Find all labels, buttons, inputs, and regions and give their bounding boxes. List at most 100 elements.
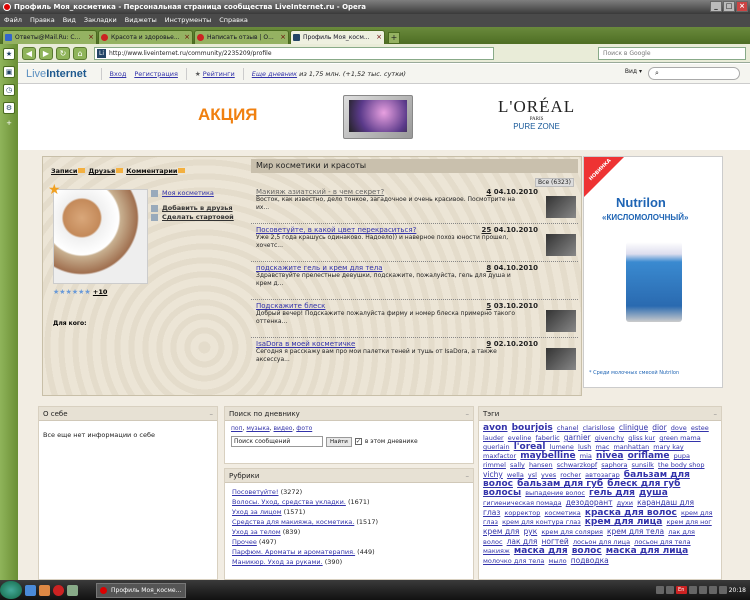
tag-link[interactable]: ysl — [528, 471, 537, 479]
tab-friends[interactable]: Друзья — [88, 167, 124, 175]
tag-link[interactable]: лосьон для тела — [634, 538, 690, 546]
post-title[interactable]: Подскажите блеск — [256, 302, 325, 310]
ratings-link[interactable]: Рейтинги — [203, 70, 235, 78]
post-thumbnail[interactable] — [546, 348, 576, 370]
tag-link[interactable]: автозагар — [585, 471, 620, 479]
tag-link[interactable]: крем для лица — [585, 517, 663, 527]
tag-link[interactable]: ногтей — [541, 537, 568, 546]
filter-link[interactable]: видео — [274, 425, 293, 432]
quicklaunch-icon[interactable] — [39, 584, 50, 596]
tag-link[interactable]: sally — [510, 461, 525, 469]
view-menu[interactable]: Вид ▾ — [625, 68, 642, 75]
filter-link[interactable]: музыка — [246, 425, 269, 432]
register-link[interactable]: Регистрация — [134, 70, 178, 78]
quicklaunch-icon[interactable] — [25, 584, 36, 596]
tag-link[interactable]: lauder — [483, 434, 504, 442]
close-tab-icon[interactable]: × — [88, 31, 94, 44]
tag-link[interactable]: крем для солярия — [541, 528, 603, 536]
tag-link[interactable]: rimmel — [483, 461, 506, 469]
tag-link[interactable]: косметика — [544, 509, 580, 517]
menu-widgets[interactable]: Виджеты — [125, 14, 157, 27]
tag-link[interactable]: estee — [691, 424, 709, 432]
another-diary-link[interactable]: Еще дневник — [252, 70, 297, 78]
tag-link[interactable]: мыло — [548, 557, 566, 565]
tab-beauty-health[interactable]: Красота и здоровье... × — [98, 30, 193, 44]
rubric-link[interactable]: Уход за лицом — [232, 508, 282, 516]
comment-count[interactable]: 8 — [486, 264, 491, 272]
tag-link[interactable]: лосьон для лица — [573, 538, 630, 546]
comment-count[interactable]: 4 — [486, 188, 491, 196]
start-button[interactable] — [0, 581, 22, 599]
tag-link[interactable]: sunsilk — [632, 461, 654, 469]
liveinternet-logo[interactable]: LiveInternet — [26, 68, 87, 80]
ad-banner[interactable]: АКЦИЯ L'ORÉAL PARIS PURE ZONE — [18, 85, 750, 150]
volume-icon[interactable] — [718, 586, 727, 594]
tag-link[interactable]: clarisllose — [583, 424, 615, 432]
nutrilon-ad[interactable]: НОВИНКА Nutrilon «КИСЛОМОЛОЧНЫЙ» * Среди… — [583, 156, 723, 388]
tag-link[interactable]: крем для контура глаз — [502, 518, 581, 526]
comment-count[interactable]: 5 — [486, 302, 491, 310]
tag-link[interactable]: глаз — [483, 508, 500, 517]
tag-link[interactable]: guerlain — [483, 443, 510, 451]
tag-link[interactable]: gliss kur — [628, 434, 655, 442]
google-search-field[interactable]: Поиск в Google — [598, 46, 746, 60]
tag-link[interactable]: clinique — [619, 423, 648, 432]
reload-button[interactable]: ↻ — [56, 46, 70, 60]
filter-link[interactable]: фото — [296, 425, 312, 432]
tag-link[interactable]: крем для — [483, 527, 519, 536]
menu-edit[interactable]: Правка — [30, 14, 55, 27]
rubric-link[interactable]: Парфюм. Ароматы и ароматерапия. — [232, 548, 355, 556]
rubric-link[interactable]: Уход за телом — [232, 528, 281, 536]
tag-link[interactable]: green mama — [659, 434, 700, 442]
tag-link[interactable]: dove — [671, 424, 687, 432]
tag-link[interactable]: mia — [580, 452, 592, 460]
post-title[interactable]: Посоветуйте, в какой цвет перекраситься? — [256, 226, 416, 234]
close-tab-icon[interactable]: × — [376, 31, 382, 44]
avatar[interactable]: ★ — [48, 182, 148, 284]
search-input[interactable]: Поиск сообщений — [231, 436, 323, 447]
tag-link[interactable]: крем для тела — [607, 527, 664, 536]
tag-link[interactable]: yves — [541, 471, 556, 479]
tag-link[interactable]: rocher — [560, 471, 581, 479]
menu-help[interactable]: Справка — [219, 14, 248, 27]
menu-bookmarks[interactable]: Закладки — [84, 14, 117, 27]
tab-mail-answers[interactable]: Ответы@Mail.Ru: С... × — [2, 30, 97, 44]
tray-icon[interactable] — [655, 586, 664, 594]
tray-icon[interactable] — [698, 586, 707, 594]
taskbar-task-opera[interactable]: Профиль Моя_косме... — [96, 582, 186, 598]
add-friend-link[interactable]: Добавить в друзья — [162, 204, 233, 212]
post-title[interactable]: Макияж азиатский - в чем секрет? — [256, 188, 384, 196]
tag-link[interactable]: молочко для тела — [483, 557, 544, 565]
tag-link[interactable]: avon — [483, 423, 508, 433]
forward-button[interactable]: ▶ — [39, 46, 53, 60]
tab-write-review[interactable]: Написать отзыв | О... × — [194, 30, 289, 44]
tag-link[interactable]: saphora — [601, 461, 627, 469]
tag-link[interactable]: маска для лица — [606, 546, 689, 556]
tag-link[interactable]: гигиеническая помада — [483, 499, 562, 507]
menu-tools[interactable]: Инструменты — [165, 14, 212, 27]
maximize-button[interactable]: □ — [723, 1, 735, 12]
post-title[interactable]: подскажите гель и крем для тела — [256, 264, 383, 272]
tag-link[interactable]: chanel — [557, 424, 579, 432]
settings-panel-icon[interactable]: ⚙ — [3, 102, 15, 114]
minimize-button[interactable]: _ — [710, 1, 722, 12]
tag-link[interactable]: oriflame — [628, 451, 670, 461]
tag-link[interactable]: schwarzkopf — [557, 461, 597, 469]
url-field[interactable]: Li http://www.liveinternet.ru/community/2… — [94, 46, 494, 60]
make-home-link[interactable]: Сделать стартовой — [162, 213, 234, 221]
search-button[interactable]: Найти — [326, 436, 352, 447]
tag-link[interactable]: pupa — [674, 452, 690, 460]
tray-icon[interactable] — [708, 586, 717, 594]
tag-link[interactable]: the body shop — [658, 461, 704, 469]
tag-link[interactable]: lush — [578, 443, 591, 451]
tag-link[interactable]: крем для ног — [666, 518, 711, 526]
tag-link[interactable]: wella — [507, 471, 524, 479]
tag-link[interactable]: givenchy — [595, 434, 624, 442]
tab-profile[interactable]: Профиль Моя_косм... × — [290, 30, 385, 44]
tag-link[interactable]: корректор — [504, 509, 540, 517]
community-name-link[interactable]: Моя косметика — [162, 189, 214, 197]
tag-link[interactable]: hansen — [529, 461, 553, 469]
tag-link[interactable]: garnier — [564, 433, 591, 442]
tag-link[interactable]: manhattan — [613, 443, 649, 451]
comment-count[interactable]: 9 — [486, 340, 491, 348]
